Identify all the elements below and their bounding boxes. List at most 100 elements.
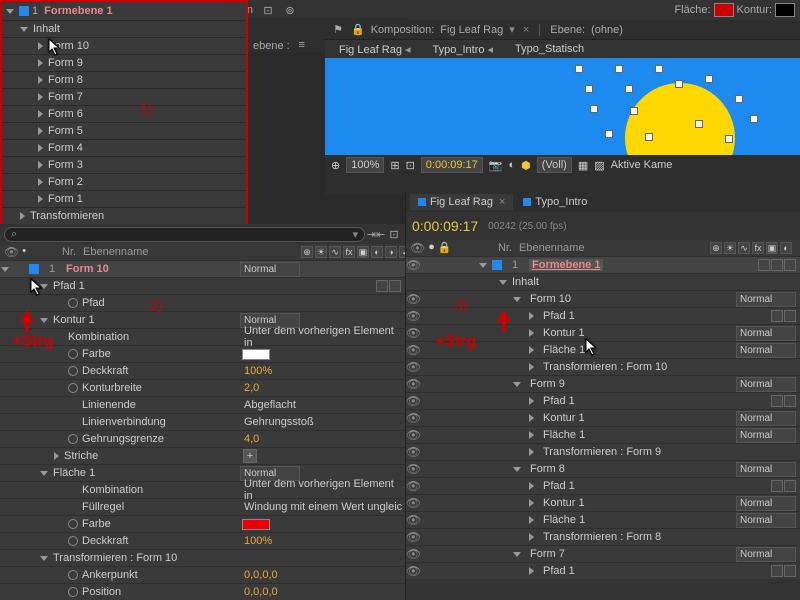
form-row[interactable]: Form 5 [2,122,246,139]
eye-icon[interactable]: 👁 [406,513,421,527]
layer-name[interactable]: Form 10 [62,263,240,275]
stopwatch-icon[interactable] [68,570,78,580]
eye-icon[interactable]: 👁 [406,411,421,425]
dropdown-icon[interactable]: ▾ [509,23,515,36]
property-row[interactable]: Inhalt [406,273,800,290]
twirl-icon[interactable] [38,76,43,84]
twirl-icon[interactable] [529,567,534,575]
breadcrumb-item[interactable]: Typo_Statisch [509,42,590,56]
form-row[interactable]: Form 3 [2,156,246,173]
twirl-icon[interactable] [40,556,48,561]
twirl-icon[interactable] [513,552,521,557]
property-row[interactable]: Striche+ [0,447,405,464]
blend-mode[interactable]: Normal [736,326,796,341]
color-swatch[interactable] [242,519,270,530]
blend-mode[interactable]: Normal [736,411,796,426]
property-row[interactable]: Position0,0,0,0 [0,583,405,600]
add-button[interactable]: + [243,449,257,463]
twirl-icon[interactable] [513,382,521,387]
child-row[interactable]: 👁Transformieren : Form 10 [406,358,800,375]
twirl-icon[interactable] [1,267,9,272]
property-row[interactable]: Farbe [0,515,405,532]
color-icon[interactable]: ⬢ [521,159,531,172]
eye-icon[interactable]: 👁 [406,445,421,459]
stopwatch-icon[interactable] [68,383,78,393]
twirl-icon[interactable] [529,329,534,337]
property-row[interactable]: Pfad 1 [0,277,405,294]
twirl-icon[interactable] [6,9,14,14]
form-row[interactable]: Form 2 [2,173,246,190]
property-row[interactable]: KombinationUnter dem vorherigen Element … [0,328,405,345]
property-row[interactable]: LinienendeAbgeflacht [0,396,405,413]
lock-icon[interactable]: 🔒 [351,23,365,36]
timecode-icon[interactable]: ⊡ [406,159,415,172]
form-row[interactable]: Form 9 [2,54,246,71]
eye-icon[interactable]: 👁 [406,530,421,544]
eye-icon[interactable]: 👁 [406,479,421,493]
timeline-tab[interactable]: Typo_Intro [515,194,595,210]
child-row[interactable]: 👁Kontur 1Normal [406,409,800,426]
color-swatch[interactable] [242,349,270,360]
property-row[interactable]: Pfad [0,294,405,311]
property-row[interactable]: Konturbreite2,0 [0,379,405,396]
stopwatch-icon[interactable] [68,587,78,597]
eye-icon[interactable]: 👁 [406,462,421,476]
stopwatch-icon[interactable] [68,349,78,359]
orbit-icon[interactable]: ⊕ [331,159,340,172]
property-row[interactable]: Deckkraft100% [0,362,405,379]
form-row[interactable]: Form 8 [2,71,246,88]
twirl-icon[interactable] [38,161,43,169]
search-input[interactable]: ⌕ ▾ [4,227,365,242]
dropdown-icon[interactable]: ▾ [352,228,358,241]
property-row[interactable]: FüllregelWindung mit einem Wert ungleic [0,498,405,515]
blend-mode[interactable]: Normal [736,428,796,443]
blend-mode[interactable]: Normal [736,496,796,511]
form-row[interactable]: Form 1 [2,190,246,207]
twirl-icon[interactable] [529,448,534,456]
mask-icon[interactable]: ▨ [594,159,604,172]
stopwatch-icon[interactable] [68,536,78,546]
twirl-icon[interactable] [529,516,534,524]
twirl-icon[interactable] [529,482,534,490]
child-row[interactable]: 👁Fläche 1Normal [406,426,800,443]
twirl-icon[interactable] [40,318,48,323]
grid-icon[interactable]: ⊞ [390,159,399,172]
solo-column-icon[interactable]: ● [428,241,435,255]
close-icon[interactable]: × [499,196,505,208]
eye-icon[interactable]: 👁 [406,309,421,323]
stopwatch-icon[interactable] [68,434,78,444]
breadcrumb-item[interactable]: Typo_Intro◂ [427,42,500,57]
form-row[interactable]: Form 4 [2,139,246,156]
eye-icon[interactable]: 👁 [406,394,421,408]
child-row[interactable]: 👁Fläche 1Normal [406,511,800,528]
stopwatch-icon[interactable] [68,366,78,376]
eye-icon[interactable]: 👁 [406,258,421,272]
stroke-swatch[interactable] [775,3,795,17]
twirl-icon[interactable] [38,93,43,101]
shy-toggle-icon[interactable]: ⇥⇤ [369,227,383,241]
lock-column-icon[interactable]: 🔒 [438,241,452,255]
child-row[interactable]: 👁Pfad 1 [406,562,800,579]
active-camera-label[interactable]: Aktive Kame [611,159,673,171]
twirl-icon[interactable] [38,195,43,203]
layer-header[interactable]: 1 Formebene 1 [2,2,246,20]
property-row[interactable]: LinienverbindungGehrungsstoß [0,413,405,430]
property-row[interactable]: Ankerpunkt0,0,0,0 [0,566,405,583]
blend-mode[interactable]: Normal [736,292,796,307]
twirl-icon[interactable] [38,127,43,135]
twirl-icon[interactable] [38,59,43,67]
flag-icon[interactable]: ⚑ [331,23,345,37]
form-row[interactable]: Form 7 [2,88,246,105]
twirl-icon[interactable] [40,471,48,476]
eye-icon[interactable]: 👁 [406,292,421,306]
layer-name[interactable]: Formebene 1 [44,5,112,17]
twirl-icon[interactable] [529,363,534,371]
eye-icon[interactable]: 👁 [406,496,421,510]
timeline-tab[interactable]: Fig Leaf Rag× [410,194,513,210]
eye-column-icon[interactable]: 👁 [410,241,425,255]
layer-row[interactable]: 1 Form 10 Normal [0,260,405,277]
timecode-value[interactable]: 0:00:09:17 [412,218,478,234]
twirl-icon[interactable] [54,452,59,460]
blend-mode[interactable]: Normal [240,262,300,277]
eye-icon[interactable]: 👁 [406,343,421,357]
